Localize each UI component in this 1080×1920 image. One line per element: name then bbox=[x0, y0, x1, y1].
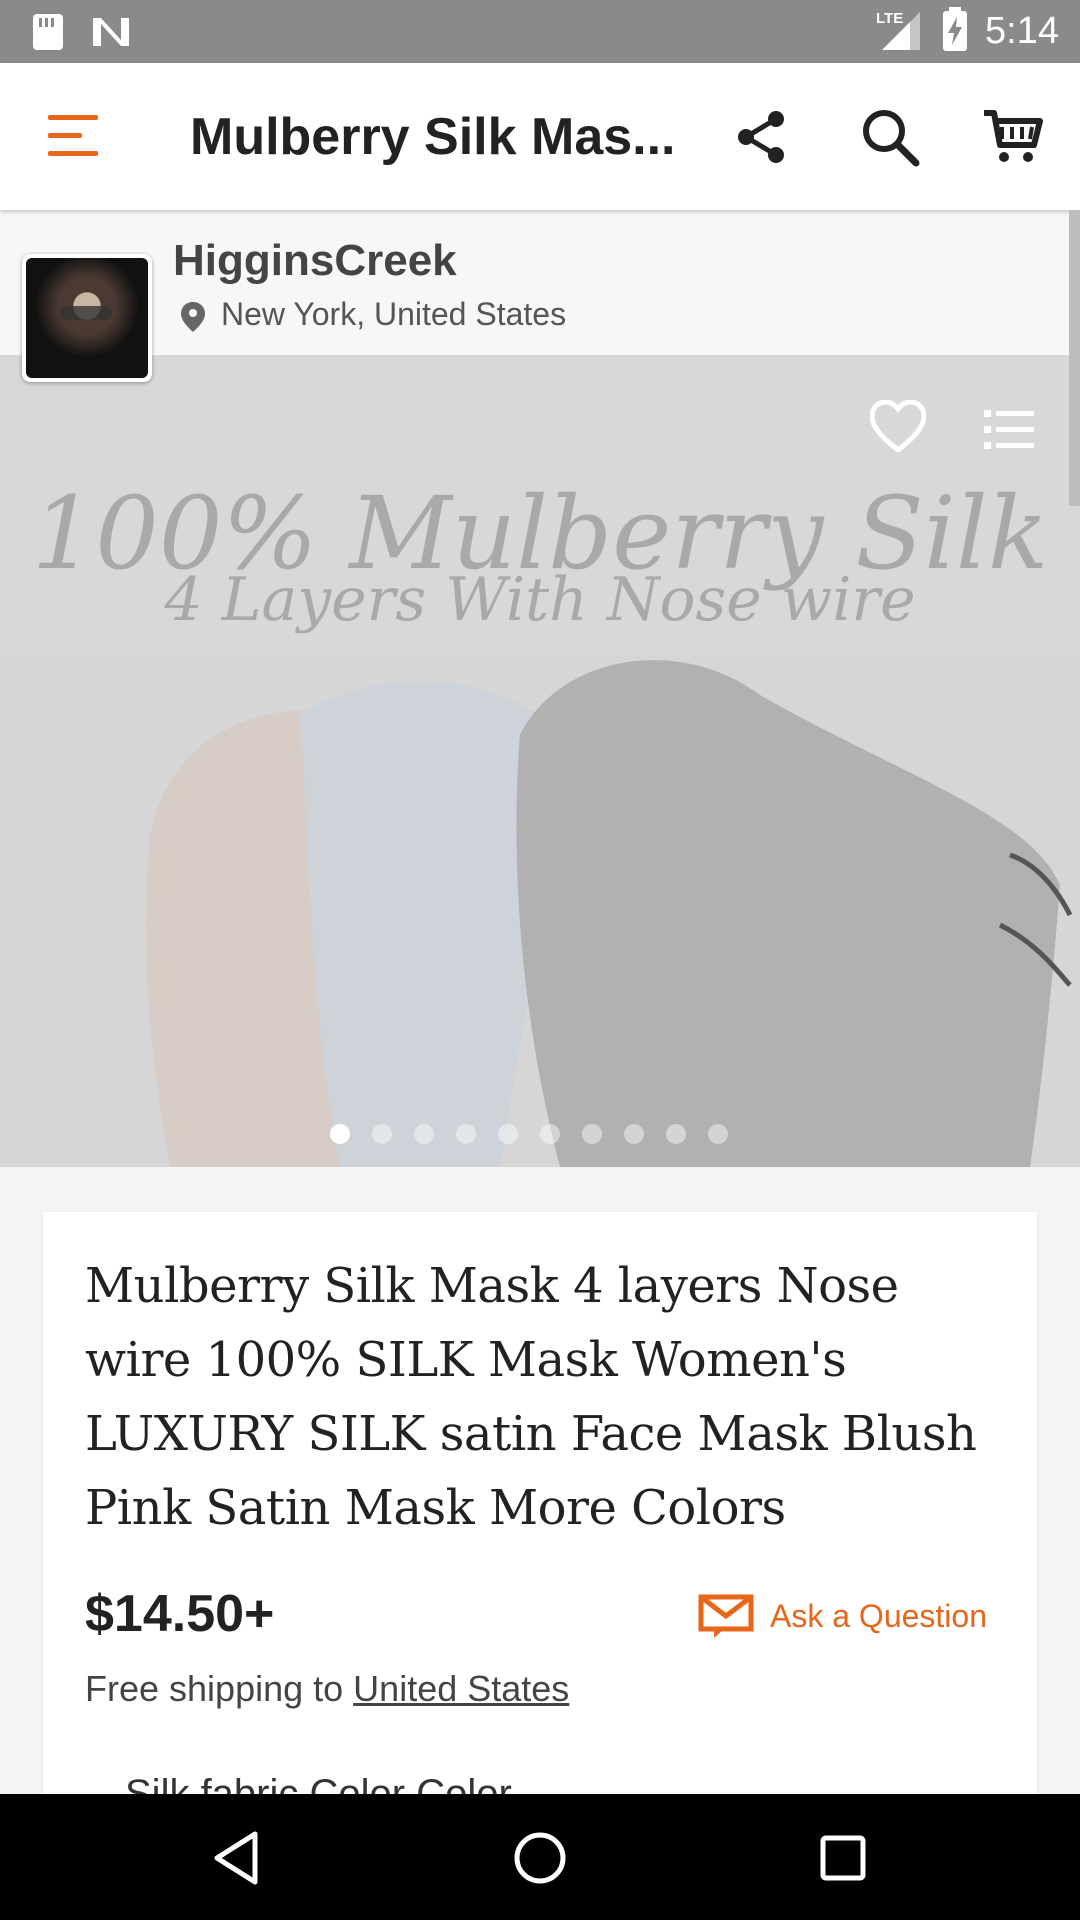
shipping-destination-link[interactable]: United States bbox=[353, 1668, 569, 1709]
recents-icon[interactable] bbox=[811, 1826, 875, 1890]
clock: 5:14 bbox=[985, 10, 1059, 52]
scrollbar[interactable] bbox=[1069, 210, 1080, 506]
shipping-info: Free shipping to United States bbox=[85, 1668, 569, 1710]
carousel-dot[interactable] bbox=[372, 1124, 392, 1144]
product-image bbox=[0, 655, 1080, 1167]
mail-icon[interactable] bbox=[698, 1594, 754, 1640]
sd-card-icon bbox=[33, 14, 63, 50]
search-icon[interactable] bbox=[858, 105, 922, 169]
carousel-dot[interactable] bbox=[456, 1124, 476, 1144]
system-nav-bar bbox=[0, 1794, 1080, 1920]
carousel-dot[interactable] bbox=[498, 1124, 518, 1144]
battery-icon bbox=[943, 7, 967, 51]
cart-icon[interactable] bbox=[980, 105, 1044, 169]
listing-title: Mulberry Silk Mask 4 layers Nose wire 10… bbox=[85, 1258, 977, 1536]
carousel-dot[interactable] bbox=[540, 1124, 560, 1144]
ask-a-question-link[interactable]: Ask a Question bbox=[770, 1598, 987, 1635]
carousel-dot[interactable] bbox=[582, 1124, 602, 1144]
location-pin-icon bbox=[181, 302, 205, 332]
carousel-dot[interactable] bbox=[708, 1124, 728, 1144]
shop-header[interactable] bbox=[0, 210, 1080, 355]
image-text-line2: 4 Layers With Nose wire bbox=[164, 565, 916, 635]
shop-avatar[interactable] bbox=[22, 254, 152, 382]
back-icon[interactable] bbox=[205, 1826, 269, 1890]
carousel-dot[interactable] bbox=[624, 1124, 644, 1144]
carousel-dot[interactable] bbox=[414, 1124, 434, 1144]
carousel-dot[interactable] bbox=[666, 1124, 686, 1144]
page-title: Mulberry Silk Mas... bbox=[190, 108, 676, 166]
app-toolbar: Mulberry Silk Mas... bbox=[0, 63, 1080, 210]
listing-price: $14.50+ bbox=[85, 1585, 275, 1643]
favorite-heart-icon[interactable] bbox=[870, 400, 926, 452]
status-bar: LTE 5:14 bbox=[0, 0, 1080, 63]
carousel-dot[interactable] bbox=[330, 1124, 350, 1144]
network-type: LTE bbox=[876, 10, 904, 27]
listing-image-carousel[interactable]: 100% Mulberry Silk 4 Layers With Nose wi… bbox=[0, 355, 1080, 1167]
home-icon[interactable] bbox=[508, 1826, 572, 1890]
share-icon[interactable] bbox=[730, 105, 794, 169]
shop-name[interactable]: HigginsCreek bbox=[173, 236, 457, 286]
shipping-prefix: Free shipping to bbox=[85, 1668, 344, 1709]
shop-location: New York, United States bbox=[221, 296, 567, 332]
menu-icon[interactable] bbox=[48, 115, 98, 157]
carousel-dots bbox=[0, 1124, 1080, 1144]
add-to-list-icon[interactable] bbox=[984, 408, 1034, 452]
notification-n-icon bbox=[93, 18, 129, 46]
